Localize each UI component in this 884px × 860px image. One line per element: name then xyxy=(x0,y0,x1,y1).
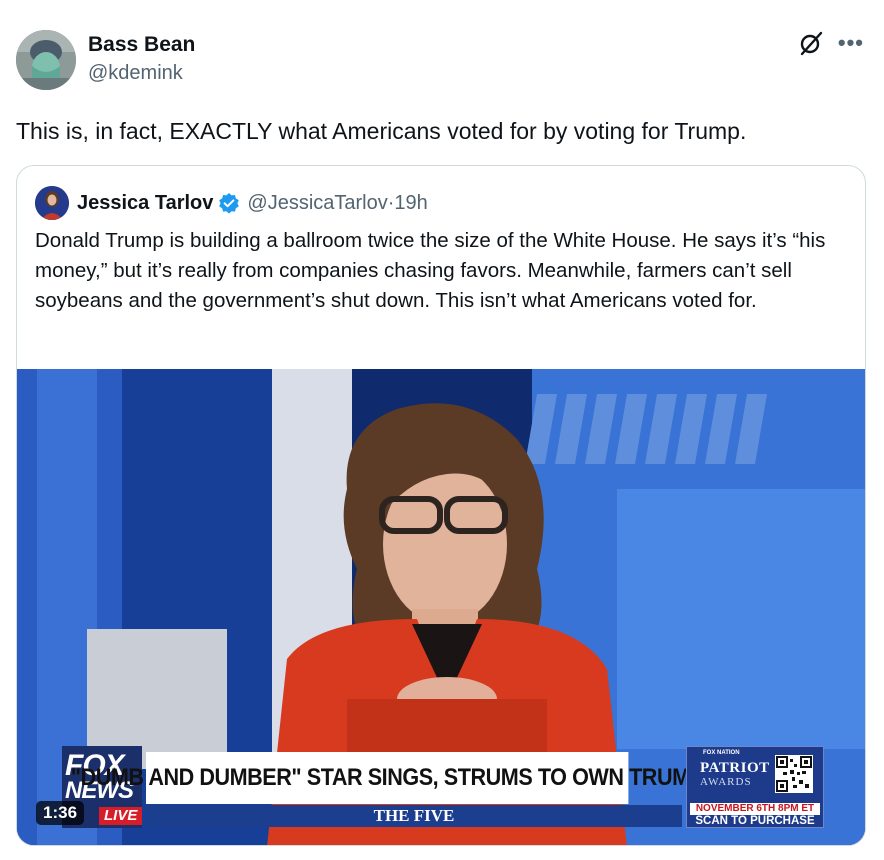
grok-icon[interactable] xyxy=(798,30,824,56)
quoted-timestamp[interactable]: 19h xyxy=(394,192,427,215)
live-badge: LIVE xyxy=(99,807,143,825)
author-handle[interactable]: @kdemink xyxy=(88,60,195,86)
quoted-tweet-text: Donald Trump is building a ballroom twic… xyxy=(35,229,826,312)
promo-subtitle: AWARDS xyxy=(700,776,752,788)
tweet-text: This is, in fact, EXACTLY what Americans… xyxy=(16,118,747,144)
quoted-author-name[interactable]: Jessica Tarlov xyxy=(77,192,213,215)
verified-badge-icon xyxy=(219,193,240,214)
quoted-author-avatar[interactable] xyxy=(35,186,69,220)
author-block: Bass Bean @kdemink xyxy=(88,32,195,86)
video-duration: 1:36 xyxy=(36,801,85,825)
quoted-author-handle[interactable]: @JessicaTarlov xyxy=(247,192,387,215)
quoted-tweet-header: Jessica Tarlov @JessicaTarlov · 19h xyxy=(35,186,428,220)
more-icon[interactable]: ••• xyxy=(838,32,864,54)
promo-box: FOX NATION PATRIOT AWARDS NOVEMBER 6TH 8… xyxy=(686,746,824,828)
video-player[interactable]: FOX NEWS LIVE "DUMB AND DUMBER" STAR SIN… xyxy=(17,369,865,845)
author-avatar[interactable] xyxy=(16,30,76,90)
quoted-separator: · xyxy=(387,191,395,214)
qr-code-icon xyxy=(775,755,813,793)
promo-date: NOVEMBER 6TH 8PM ET xyxy=(690,803,820,815)
promo-cta: SCAN TO PURCHASE xyxy=(695,815,815,827)
quoted-tweet[interactable]: Jessica Tarlov @JessicaTarlov · 19h Dona… xyxy=(16,165,866,846)
promo-brand: FOX NATION xyxy=(703,750,740,756)
tweet-actions-top: ••• xyxy=(798,30,864,56)
tweet: Bass Bean @kdemink ••• This is, in fact,… xyxy=(0,0,884,860)
promo-title: PATRIOT xyxy=(700,760,770,776)
show-name: THE FIVE xyxy=(146,805,682,827)
author-name[interactable]: Bass Bean xyxy=(88,32,195,58)
chyron-headline: "DUMB AND DUMBER" STAR SINGS, STRUMS TO … xyxy=(71,752,704,804)
